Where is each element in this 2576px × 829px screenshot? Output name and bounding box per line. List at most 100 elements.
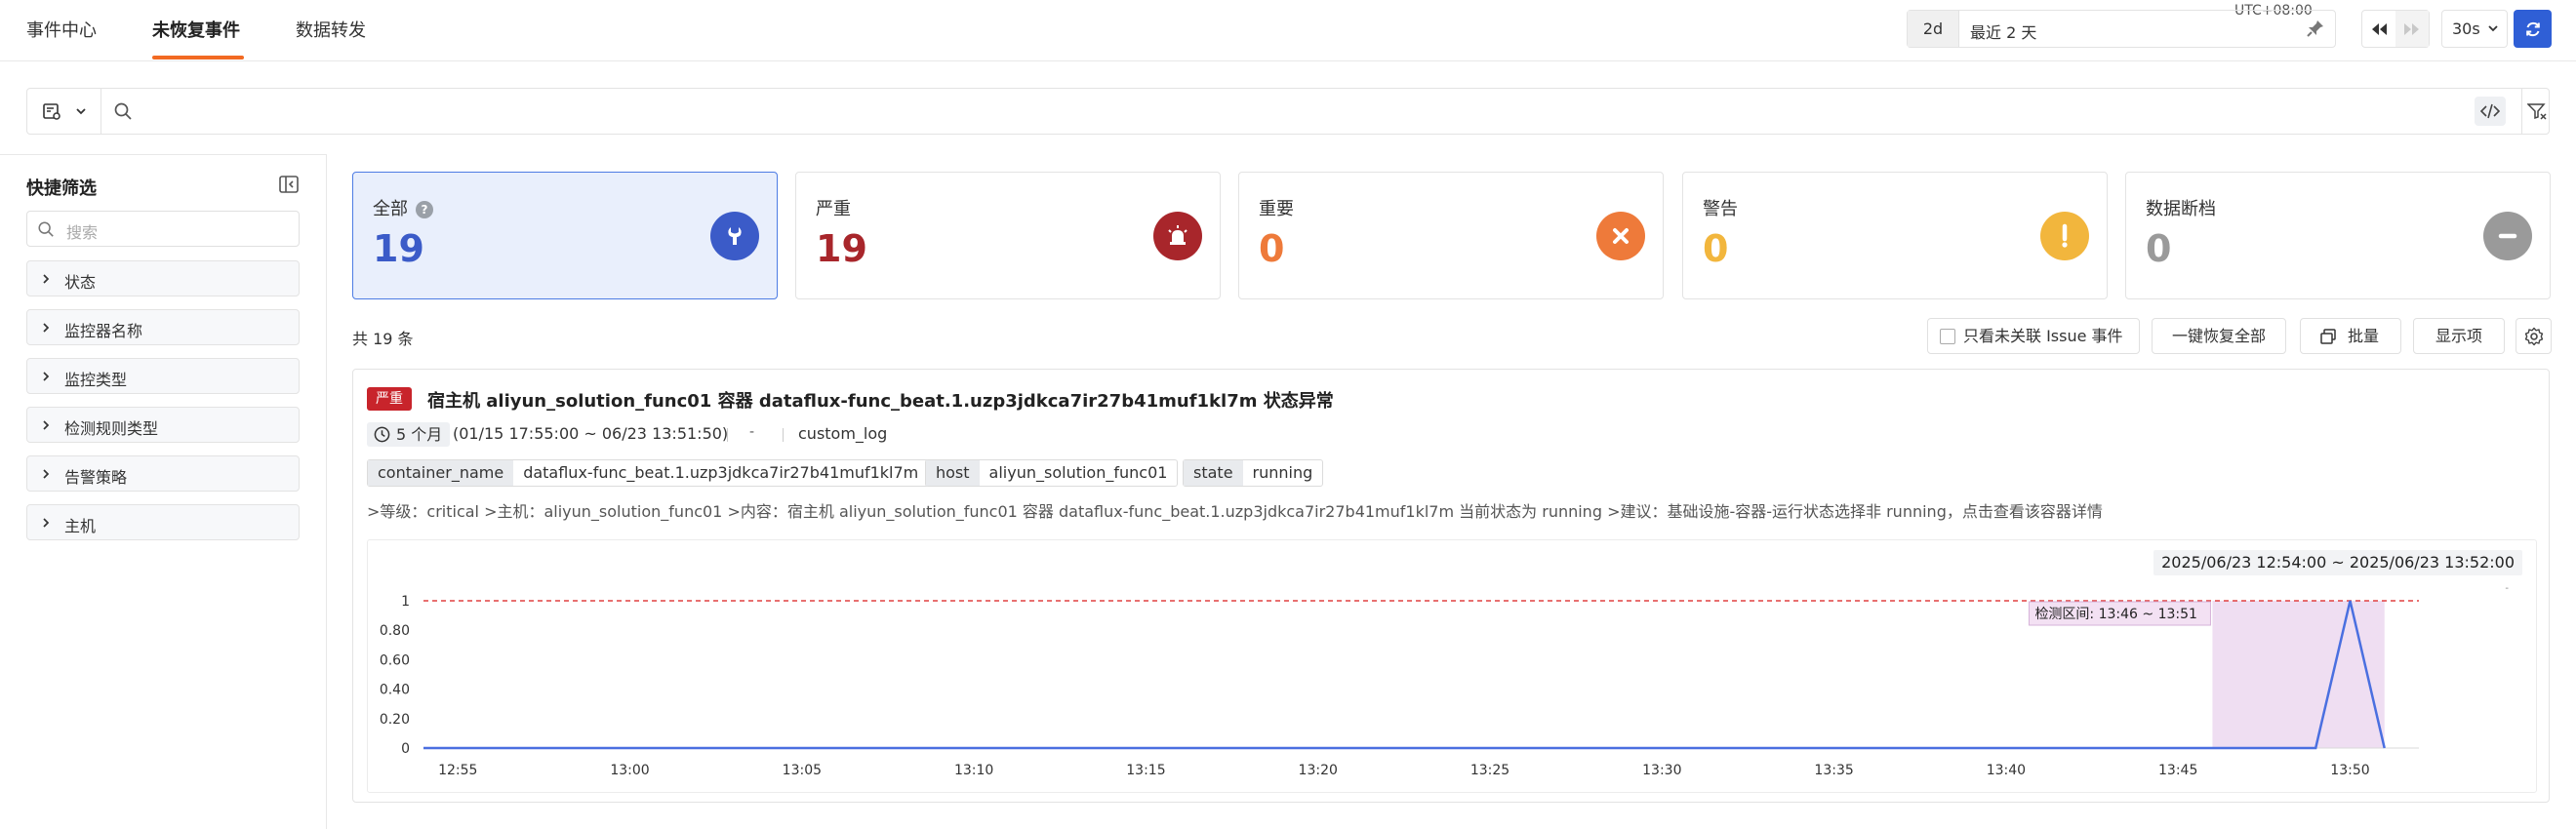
filter-group-monitor-type[interactable]: 监控类型 <box>26 358 300 394</box>
tab-unrecovered-events[interactable]: 未恢复事件 <box>152 17 240 42</box>
chevron-right-icon <box>43 372 50 381</box>
tag-state[interactable]: state running <box>1183 459 1324 487</box>
filter-settings-button[interactable] <box>2521 89 2551 134</box>
active-tab-indicator <box>152 56 244 59</box>
chevron-down-icon <box>75 108 86 115</box>
stat-card-all[interactable]: 全部? 19 <box>352 172 778 299</box>
search-placeholder: 搜索 <box>66 223 99 242</box>
refresh-interval-value: 30s <box>2452 20 2480 38</box>
x-tick-label: 12:55 <box>438 763 477 778</box>
chevron-down-icon <box>2488 25 2498 32</box>
filter-group-rule-type[interactable]: 检测规则类型 <box>26 407 300 443</box>
event-dash: - <box>749 424 755 440</box>
saved-view-dropdown[interactable] <box>27 89 101 134</box>
time-range-label[interactable]: 最近 2 天 <box>1970 20 2036 43</box>
event-chart: 2025/06/23 12:54:00 ~ 2025/06/23 13:52:0… <box>367 539 2537 793</box>
x-icon <box>1596 212 1645 260</box>
filter-group-label: 告警策略 <box>64 468 128 487</box>
x-tick-label: 13:25 <box>1470 763 1509 778</box>
x-tick-label: 13:05 <box>783 763 822 778</box>
tag-key: state <box>1184 460 1243 486</box>
search-icon <box>38 221 54 237</box>
tag-value: dataflux-func_beat.1.uzp3jdkca7ir27b41mu… <box>523 463 919 482</box>
stat-card-no-data[interactable]: 数据断档 0 <box>2125 172 2551 299</box>
stat-card-count: 19 <box>816 227 867 270</box>
rewind-icon <box>2372 22 2387 35</box>
filter-group-host[interactable]: 主机 <box>26 504 300 540</box>
wrench-icon <box>710 212 759 260</box>
tab-data-forward[interactable]: 数据转发 <box>296 17 366 42</box>
pin-icon[interactable] <box>2306 19 2325 38</box>
refresh-interval-select[interactable]: 30s <box>2441 10 2508 48</box>
fast-forward-icon <box>2404 22 2419 35</box>
filter-group-monitor-name[interactable]: 监控器名称 <box>26 309 300 345</box>
quick-filter-search-input[interactable]: 搜索 <box>26 211 300 247</box>
collapse-sidebar-icon[interactable] <box>279 176 299 197</box>
checkbox[interactable] <box>1940 329 1955 344</box>
line-chart: 0 0.20 0.40 0.60 0.80 1 12:55 13:00 13:05 13:10 13… <box>380 594 2419 778</box>
divider <box>727 428 728 442</box>
filter-group-status[interactable]: 状态 <box>26 260 300 296</box>
x-tick-label: 13:40 <box>1987 763 2026 778</box>
tag-container-name[interactable]: container_name dataflux-func_beat.1.uzp3… <box>367 459 930 487</box>
x-tick-label: 13:15 <box>1126 763 1165 778</box>
filter-group-label: 监控类型 <box>64 371 128 389</box>
time-quick-select[interactable]: 2d <box>1908 11 1959 47</box>
detection-label: 检测区间: 13:46 ~ 13:51 <box>2034 607 2197 622</box>
tab-event-center[interactable]: 事件中心 <box>26 17 97 42</box>
tag-host[interactable]: host aliyun_solution_func01 <box>925 459 1179 487</box>
batch-button[interactable]: 批量 <box>2300 318 2401 354</box>
tag-value: aliyun_solution_func01 <box>988 463 1168 482</box>
quick-filter-sidebar: 快捷筛选 搜索 状态 监控器名称 监控类型 检测规则类型 告警策略 主机 <box>0 154 327 829</box>
code-icon <box>2480 103 2500 119</box>
filter-group-label: 监控器名称 <box>64 322 143 340</box>
chevron-right-icon <box>43 274 50 284</box>
y-tick-label: 0.80 <box>380 623 410 639</box>
quick-filter-title: 快捷筛选 <box>26 178 97 199</box>
chevron-right-icon <box>43 518 50 528</box>
code-mode-button[interactable] <box>2475 97 2506 126</box>
x-tick-label: 13:20 <box>1299 763 1338 778</box>
stat-card-title: 重要 <box>1259 199 1294 219</box>
batch-icon <box>2320 329 2336 344</box>
divider <box>783 428 784 442</box>
stat-card-count: 0 <box>1259 227 1285 270</box>
display-columns-button[interactable]: 显示项 <box>2413 318 2505 354</box>
y-tick-label: 0.20 <box>380 712 410 728</box>
chevron-right-icon <box>43 420 50 430</box>
time-nav-group <box>2361 10 2430 48</box>
time-range-picker[interactable]: 2d 最近 2 天 <box>1907 10 2336 48</box>
only-unlinked-issue-checkbox[interactable]: 只看未关联 Issue 事件 <box>1927 318 2140 354</box>
stat-card-critical[interactable]: 严重 19 <box>795 172 1221 299</box>
time-back-button[interactable] <box>2362 11 2395 47</box>
x-tick-label: 13:50 <box>2330 763 2369 778</box>
minus-icon <box>2483 212 2532 260</box>
time-forward-button[interactable] <box>2395 11 2429 47</box>
chevron-right-icon <box>43 323 50 333</box>
recover-all-button[interactable]: 一键恢复全部 <box>2152 318 2286 354</box>
siren-icon <box>1153 212 1202 260</box>
stat-card-title: 数据断档 <box>2146 199 2216 219</box>
help-icon[interactable]: ? <box>416 201 433 218</box>
filter-group-alert-policy[interactable]: 告警策略 <box>26 455 300 492</box>
stat-card-important[interactable]: 重要 0 <box>1238 172 1664 299</box>
filter-group-label: 主机 <box>64 517 97 535</box>
gear-icon <box>2524 327 2543 345</box>
x-tick-label: 13:10 <box>954 763 993 778</box>
settings-button[interactable] <box>2516 318 2552 354</box>
filter-group-label: 状态 <box>64 273 97 292</box>
refresh-button[interactable] <box>2514 10 2552 48</box>
duration-value: 5 个月 <box>396 425 443 444</box>
severity-badge: 严重 <box>367 387 412 411</box>
tag-key: host <box>926 460 980 486</box>
x-tick-label: 13:35 <box>1814 763 1853 778</box>
x-tick-label: 13:30 <box>1642 763 1681 778</box>
stat-card-warning[interactable]: 警告 0 <box>1682 172 2108 299</box>
y-tick-label: 1 <box>401 594 410 610</box>
exclamation-icon <box>2040 212 2089 260</box>
y-tick-label: 0.40 <box>380 683 410 698</box>
event-source: custom_log <box>798 424 888 443</box>
event-card[interactable]: 严重 宿主机 aliyun_solution_func01 容器 dataflu… <box>352 369 2550 803</box>
x-tick-label: 13:00 <box>610 763 649 778</box>
event-title[interactable]: 宿主机 aliyun_solution_func01 容器 dataflux-f… <box>427 387 1334 413</box>
